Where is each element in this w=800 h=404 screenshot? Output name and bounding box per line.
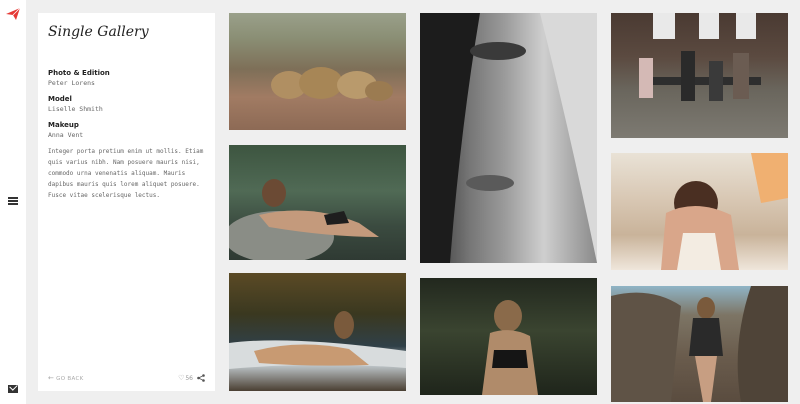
credit-value: Liselle Shmith bbox=[48, 105, 103, 113]
photo-close-up-face[interactable] bbox=[420, 13, 597, 263]
photo-woman-among-rocks[interactable] bbox=[611, 286, 788, 402]
credit-label: Makeup bbox=[48, 121, 79, 129]
go-back-link[interactable]: ← GO BACK bbox=[48, 374, 84, 382]
credit-item: Makeup Anna Vent bbox=[48, 120, 208, 141]
credit-value: Anna Vent bbox=[48, 131, 84, 139]
hamburger-menu-icon[interactable] bbox=[8, 197, 18, 205]
mail-icon[interactable] bbox=[8, 385, 18, 393]
photo-lions[interactable] bbox=[229, 13, 406, 130]
go-back-label: GO BACK bbox=[56, 376, 84, 382]
card-footer: ← GO BACK ♡56 bbox=[48, 374, 205, 384]
menu-bar bbox=[8, 203, 18, 205]
photo-woman-on-beach[interactable] bbox=[229, 273, 406, 391]
credit-item: Model Liselle Shmith bbox=[48, 94, 208, 115]
credit-value: Peter Lorens bbox=[48, 79, 95, 87]
like-count: 56 bbox=[185, 375, 193, 382]
paper-plane-logo-icon[interactable] bbox=[5, 6, 21, 20]
menu-bar bbox=[8, 197, 18, 199]
sidebar bbox=[0, 0, 26, 404]
gallery-info-card: Single Gallery Photo & Edition Peter Lor… bbox=[38, 13, 215, 391]
credits-list: Photo & Edition Peter Lorens Model Lisel… bbox=[48, 68, 208, 146]
menu-bar bbox=[8, 200, 18, 202]
credit-label: Model bbox=[48, 95, 72, 103]
share-icon[interactable] bbox=[197, 374, 205, 384]
photo-group-on-bench[interactable] bbox=[611, 13, 788, 138]
like-button[interactable]: ♡56 bbox=[178, 374, 193, 382]
arrow-left-icon: ← bbox=[48, 374, 55, 382]
photo-woman-lying-on-rock[interactable] bbox=[229, 145, 406, 260]
credit-label: Photo & Edition bbox=[48, 69, 110, 77]
gallery-description: Integer porta pretium enim ut mollis. Et… bbox=[48, 148, 204, 199]
photo-woman-in-forest[interactable] bbox=[420, 278, 597, 395]
heart-icon: ♡ bbox=[178, 374, 185, 382]
page-title: Single Gallery bbox=[48, 24, 149, 40]
photo-woman-in-bathtub[interactable] bbox=[611, 153, 788, 270]
credit-item: Photo & Edition Peter Lorens bbox=[48, 68, 208, 89]
